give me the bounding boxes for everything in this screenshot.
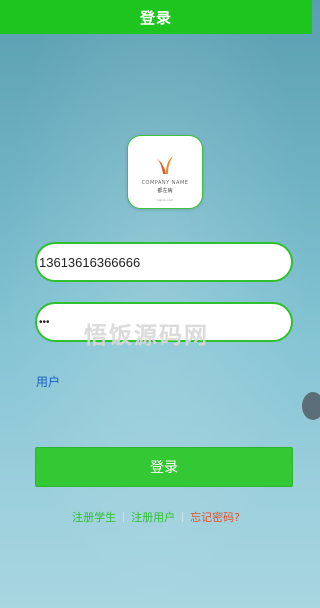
role-select[interactable]: 用户 bbox=[36, 373, 60, 390]
logo-company-text: COMPANY NAME bbox=[141, 180, 189, 186]
logo-url-text: logoip.com bbox=[156, 198, 174, 202]
page-title: 登录 bbox=[139, 8, 172, 27]
logo-leaf-icon bbox=[157, 156, 173, 174]
register-user-link[interactable]: 注册用户 bbox=[131, 509, 175, 525]
phone-input[interactable]: 13613616366666 bbox=[35, 242, 293, 282]
footer-links: 注册学生 注册用户 忘记密码? bbox=[0, 509, 312, 525]
company-logo: COMPANY NAME 都左病 logoip.com bbox=[127, 135, 203, 209]
login-button[interactable]: 登录 bbox=[35, 447, 293, 487]
link-divider bbox=[182, 512, 184, 522]
header-bar: 登录 bbox=[0, 0, 312, 34]
phone-input-value: 13613616366666 bbox=[39, 254, 141, 270]
password-input-value: ••• bbox=[39, 316, 50, 328]
logo-chinese-text: 都左病 bbox=[157, 188, 173, 194]
floating-side-button[interactable] bbox=[302, 392, 320, 420]
link-divider bbox=[123, 512, 125, 522]
forgot-password-link[interactable]: 忘记密码? bbox=[190, 509, 240, 525]
register-student-link[interactable]: 注册学生 bbox=[72, 509, 116, 525]
login-button-label: 登录 bbox=[150, 460, 178, 476]
watermark-text: 悟饭源码网 bbox=[84, 322, 209, 349]
